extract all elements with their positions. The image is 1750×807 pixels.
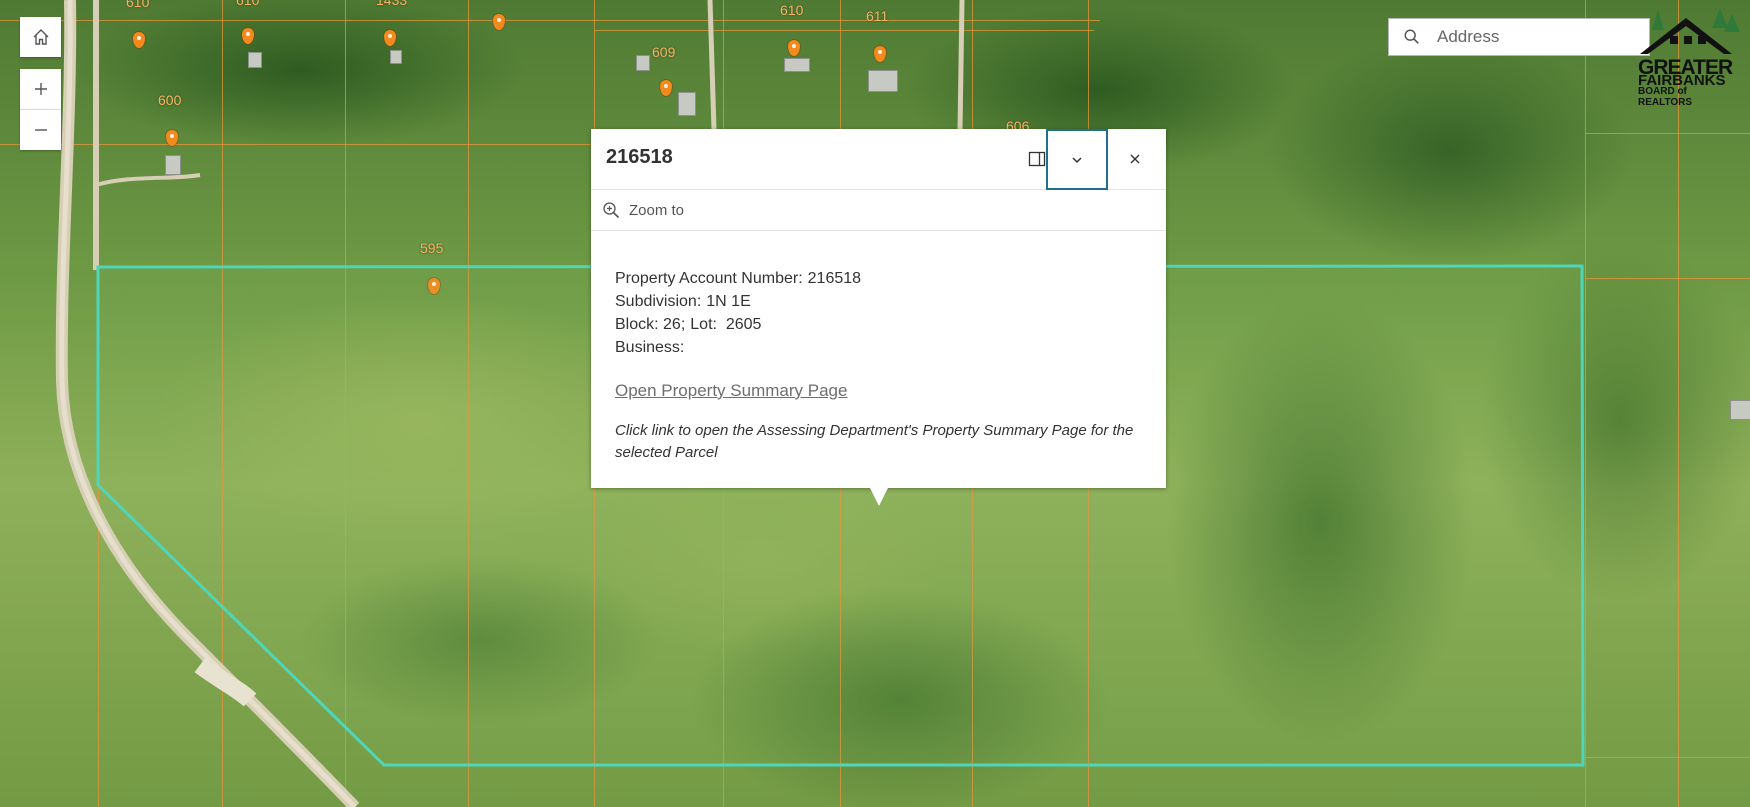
field-subdivision: Subdivision: 1N 1E bbox=[615, 290, 1142, 313]
popup-header: 216518 bbox=[591, 129, 1166, 190]
zoom-to-action[interactable]: Zoom to bbox=[591, 190, 1166, 231]
logo-text-line3: BOARD of REALTORS bbox=[1638, 86, 1693, 108]
home-button[interactable] bbox=[20, 17, 61, 57]
property-summary-link[interactable]: Open Property Summary Page bbox=[615, 379, 847, 402]
field-business: Business: bbox=[615, 336, 1142, 359]
field-value: 1N 1E bbox=[706, 293, 751, 310]
minus-icon bbox=[34, 129, 47, 131]
search-icon bbox=[1404, 29, 1419, 44]
search-input[interactable] bbox=[1435, 26, 1619, 48]
link-instructions: Click link to open the Assessing Departm… bbox=[615, 422, 1134, 461]
zoom-out-button[interactable] bbox=[20, 109, 61, 150]
plus-icon bbox=[34, 83, 47, 95]
field-value: Lot: 2605 bbox=[690, 316, 762, 333]
dock-icon bbox=[1028, 151, 1046, 166]
zoom-in-button[interactable] bbox=[20, 69, 61, 109]
address-search[interactable] bbox=[1388, 18, 1650, 56]
home-icon bbox=[33, 29, 48, 45]
close-icon bbox=[1130, 154, 1140, 163]
popup-pointer bbox=[870, 488, 888, 506]
field-label: Block: 26; bbox=[615, 316, 686, 333]
field-label: Property Account Number: bbox=[615, 270, 803, 287]
zoom-to-icon bbox=[603, 202, 620, 219]
field-label: Business: bbox=[615, 339, 685, 356]
close-button[interactable] bbox=[1106, 129, 1164, 188]
house-logo-icon bbox=[1640, 8, 1740, 54]
zoom-to-label: Zoom to bbox=[629, 201, 685, 219]
field-block-lot: Block: 26; Lot: 2605 bbox=[615, 313, 1142, 336]
field-account-number: Property Account Number: 216518 bbox=[615, 267, 1142, 290]
chevron-down-icon bbox=[1072, 156, 1082, 163]
parcel-popup: 216518 Zoom to Property Account Number: … bbox=[591, 129, 1166, 506]
popup-title: 216518 bbox=[606, 146, 673, 168]
field-value: 216518 bbox=[807, 270, 862, 287]
realtors-logo: GREATER FAIRBANKS BOARD of REALTORS bbox=[1632, 6, 1742, 108]
collapse-button[interactable] bbox=[1046, 129, 1108, 190]
popup-content: Property Account Number: 216518 Subdivis… bbox=[591, 231, 1166, 464]
field-label: Subdivision: bbox=[615, 293, 702, 310]
